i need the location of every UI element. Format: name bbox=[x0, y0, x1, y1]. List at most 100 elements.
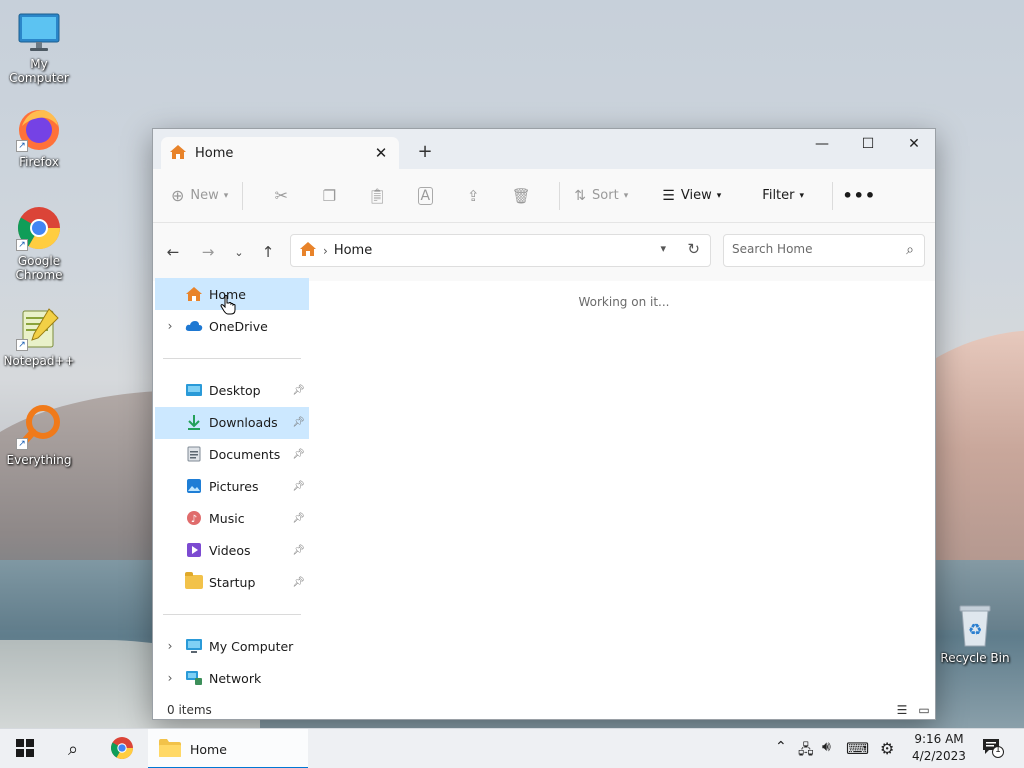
paste-button[interactable]: 📋︎ bbox=[353, 180, 401, 212]
recent-locations-chevron-icon[interactable]: ⌄ bbox=[227, 242, 251, 262]
breadcrumb-home[interactable]: Home bbox=[334, 243, 372, 258]
search-input[interactable] bbox=[732, 242, 892, 256]
filter-button[interactable]: Filter ▾ bbox=[762, 180, 818, 212]
pin-icon[interactable]: 📌︎ bbox=[292, 449, 305, 460]
desktop-icon-recycle-bin[interactable]: ♻ Recycle Bin bbox=[936, 602, 1014, 665]
desktop-icon-label: Recycle Bin bbox=[940, 651, 1010, 665]
tab-close-icon[interactable]: ✕ bbox=[371, 143, 391, 163]
desktop-icon-firefox[interactable]: ↗ Firefox bbox=[0, 106, 78, 169]
pictures-icon bbox=[185, 477, 203, 495]
notepadpp-icon: ↗ bbox=[16, 305, 62, 351]
refresh-icon[interactable]: ↻ bbox=[687, 240, 700, 258]
nav-item-label: OneDrive bbox=[209, 318, 268, 334]
svg-text:♻: ♻ bbox=[968, 620, 982, 639]
search-taskbar-icon[interactable]: ⌕ bbox=[52, 729, 94, 768]
trash-icon: 🗑︎ bbox=[511, 186, 531, 205]
nav-item-label: Documents bbox=[209, 446, 281, 462]
expand-chevron-icon[interactable]: › bbox=[159, 319, 181, 333]
nav-item-my-computer[interactable]: › My Computer bbox=[155, 630, 309, 662]
volume-icon[interactable]: 🔊︎ bbox=[822, 739, 831, 755]
pin-icon[interactable]: 📌︎ bbox=[292, 545, 305, 556]
desktop-icon-notepadpp[interactable]: ↗ Notepad++ bbox=[0, 305, 78, 368]
explorer-taskbar-button[interactable]: Home bbox=[148, 729, 308, 768]
tiles-view-icon[interactable]: ▭ bbox=[913, 703, 935, 717]
delete-button[interactable]: 🗑︎ bbox=[497, 180, 545, 212]
pin-icon[interactable]: 📌︎ bbox=[292, 481, 305, 492]
desktop-icon-everything[interactable]: ↗ Everything bbox=[0, 404, 78, 467]
new-button[interactable]: ⊕ New ▾ bbox=[171, 180, 228, 212]
start-button[interactable] bbox=[4, 729, 46, 768]
toolbar-divider bbox=[242, 181, 244, 210]
close-icon[interactable]: ✕ bbox=[891, 129, 937, 159]
search-box[interactable]: ⌕ bbox=[723, 234, 925, 267]
download-icon bbox=[185, 413, 203, 431]
details-view-icon[interactable]: ☰ bbox=[891, 703, 913, 717]
recycle-bin-icon: ♻ bbox=[952, 602, 998, 648]
settings-gear-icon[interactable]: ⚙ bbox=[880, 739, 894, 758]
svg-text:♪: ♪ bbox=[191, 514, 197, 525]
nav-item-label: My Computer bbox=[209, 638, 294, 654]
show-hidden-icons-chevron-icon[interactable]: ⌃ bbox=[775, 739, 787, 755]
desktop-icon-label: Everything bbox=[6, 453, 72, 467]
nav-item-label: Pictures bbox=[209, 478, 259, 494]
monitor-icon bbox=[16, 8, 62, 54]
pin-icon[interactable]: 📌︎ bbox=[292, 577, 305, 588]
loading-message: Working on it... bbox=[578, 295, 670, 309]
address-dropdown-icon[interactable]: ▾ bbox=[660, 242, 666, 255]
chevron-down-icon: ▾ bbox=[223, 190, 229, 201]
plus-circle-icon: ⊕ bbox=[171, 186, 185, 205]
nav-divider bbox=[163, 614, 301, 615]
rename-icon: A bbox=[417, 186, 434, 205]
search-icon[interactable]: ⌕ bbox=[906, 242, 914, 258]
more-options-button[interactable]: ••• bbox=[842, 180, 875, 212]
maximize-icon[interactable]: ☐ bbox=[845, 129, 891, 159]
breadcrumb-chevron-icon[interactable]: › bbox=[323, 244, 328, 258]
shortcut-arrow-icon: ↗ bbox=[16, 239, 28, 251]
pin-icon[interactable]: 📌︎ bbox=[292, 417, 305, 428]
copy-button[interactable]: ❐ bbox=[305, 180, 353, 212]
expand-chevron-icon[interactable]: › bbox=[159, 671, 181, 685]
forward-arrow-icon[interactable]: → bbox=[196, 242, 220, 262]
network-status-icon[interactable]: 🖧︎ bbox=[798, 739, 814, 763]
chrome-taskbar-button[interactable] bbox=[100, 729, 144, 768]
home-icon bbox=[299, 241, 317, 260]
nav-item-documents[interactable]: Documents 📌︎ bbox=[155, 438, 309, 470]
nav-item-label: Videos bbox=[209, 542, 251, 558]
nav-item-label: Music bbox=[209, 510, 245, 526]
clock[interactable]: 9:16 AM 4/2/2023 bbox=[904, 731, 974, 765]
notification-count: 1 bbox=[995, 745, 1001, 755]
keyboard-icon[interactable]: ⌨ bbox=[846, 739, 869, 758]
title-bar[interactable]: Home ✕ + — ☐ ✕ bbox=[153, 129, 935, 169]
sort-button[interactable]: ⇅ Sort ▾ bbox=[574, 180, 652, 212]
pin-icon[interactable]: 📌︎ bbox=[292, 385, 305, 396]
notification-center-icon[interactable]: 1 bbox=[982, 738, 1004, 762]
nav-item-network[interactable]: › Network bbox=[155, 662, 309, 694]
minimize-icon[interactable]: — bbox=[799, 129, 845, 159]
nav-item-music[interactable]: ♪ Music 📌︎ bbox=[155, 502, 309, 534]
pin-icon[interactable]: 📌︎ bbox=[292, 513, 305, 524]
toolbar-divider bbox=[832, 181, 834, 210]
up-arrow-icon[interactable]: ↑ bbox=[256, 242, 280, 262]
tab-home[interactable]: Home ✕ bbox=[161, 137, 399, 169]
nav-item-downloads[interactable]: Downloads 📌︎ bbox=[155, 406, 309, 438]
nav-item-videos[interactable]: Videos 📌︎ bbox=[155, 534, 309, 566]
new-tab-icon[interactable]: + bbox=[415, 141, 435, 162]
view-button[interactable]: ☰ View ▾ bbox=[662, 180, 762, 212]
home-icon bbox=[169, 144, 187, 163]
navigation-tree: Home › OneDrive Desktop 📌︎ Downloads 📌︎ … bbox=[153, 278, 311, 696]
nav-item-pictures[interactable]: Pictures 📌︎ bbox=[155, 470, 309, 502]
share-button[interactable]: ⇪ bbox=[449, 180, 497, 212]
expand-chevron-icon[interactable]: › bbox=[159, 639, 181, 653]
windows-logo-icon bbox=[16, 738, 34, 760]
nav-item-startup[interactable]: Startup 📌︎ bbox=[155, 566, 309, 598]
content-area[interactable]: Working on it... bbox=[313, 281, 935, 699]
nav-item-label: Network bbox=[209, 670, 262, 686]
network-icon bbox=[185, 669, 203, 687]
nav-item-desktop[interactable]: Desktop 📌︎ bbox=[155, 374, 309, 406]
rename-button[interactable]: A bbox=[401, 180, 449, 212]
desktop-icon-chrome[interactable]: ↗ Google Chrome bbox=[0, 205, 78, 282]
desktop-icon-my-computer[interactable]: My Computer bbox=[0, 8, 78, 85]
address-bar[interactable]: › Home ▾ ↻ bbox=[290, 234, 711, 267]
cut-button[interactable]: ✂ bbox=[257, 180, 305, 212]
back-arrow-icon[interactable]: ← bbox=[161, 242, 185, 262]
